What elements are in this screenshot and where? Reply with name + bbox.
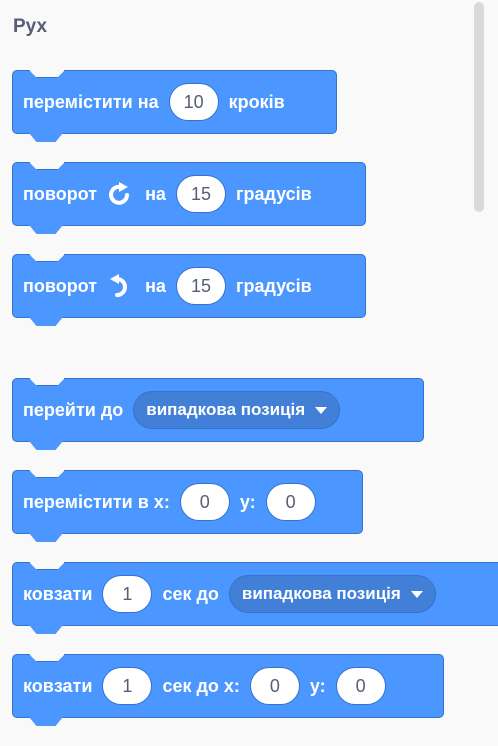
block-label: ковзати bbox=[23, 675, 93, 696]
turn-right-block[interactable]: поворот на 15 градусів bbox=[12, 162, 366, 226]
glide-to-block[interactable]: ковзати 1 сек до випадкова позиція bbox=[12, 562, 498, 626]
block-label: перемістити в х: bbox=[23, 491, 170, 512]
block-label: поворот bbox=[23, 183, 98, 204]
target-dropdown[interactable]: випадкова позиція bbox=[133, 391, 341, 429]
block-label: сек до bbox=[162, 583, 219, 604]
dropdown-value: випадкова позиція bbox=[146, 400, 306, 419]
y-input[interactable]: 0 bbox=[265, 483, 316, 521]
block-label: градусів bbox=[235, 275, 312, 296]
block-label: перейти до bbox=[23, 399, 124, 420]
x-input[interactable]: 0 bbox=[179, 483, 230, 521]
x-input[interactable]: 0 bbox=[249, 667, 300, 705]
seconds-input[interactable]: 1 bbox=[102, 575, 153, 613]
block-label: градусів bbox=[235, 183, 312, 204]
block-label: ковзати bbox=[23, 583, 93, 604]
block-label: поворот bbox=[23, 275, 98, 296]
seconds-input[interactable]: 1 bbox=[102, 667, 153, 705]
dropdown-value: випадкова позиція bbox=[241, 584, 401, 603]
steps-input[interactable]: 10 bbox=[168, 83, 219, 121]
block-label: на bbox=[145, 183, 166, 204]
caret-down-icon bbox=[410, 590, 423, 598]
y-input[interactable]: 0 bbox=[335, 667, 386, 705]
rotate-left-icon bbox=[107, 273, 135, 299]
block-label: у: bbox=[309, 675, 326, 696]
degrees-input[interactable]: 15 bbox=[175, 175, 226, 213]
category-title: Рух bbox=[13, 16, 48, 37]
goto-block[interactable]: перейти до випадкова позиція bbox=[12, 378, 424, 442]
scrollbar[interactable] bbox=[474, 2, 484, 212]
caret-down-icon bbox=[315, 406, 328, 414]
move-steps-block[interactable]: перемістити на 10 кроків bbox=[12, 70, 337, 134]
goto-xy-block[interactable]: перемістити в х: 0 у: 0 bbox=[12, 470, 363, 534]
block-label: на bbox=[145, 275, 166, 296]
block-label: у: bbox=[239, 491, 256, 512]
glide-xy-block[interactable]: ковзати 1 сек до х: 0 у: 0 bbox=[12, 654, 444, 718]
block-label: сек до х: bbox=[162, 675, 240, 696]
block-label: перемістити на bbox=[23, 91, 159, 112]
block-label: кроків bbox=[228, 91, 285, 112]
block-palette: Рух перемістити на 10 кроків поворот на … bbox=[0, 0, 498, 746]
rotate-right-icon bbox=[107, 181, 135, 207]
turn-left-block[interactable]: поворот на 15 градусів bbox=[12, 254, 366, 318]
degrees-input[interactable]: 15 bbox=[175, 267, 226, 305]
target-dropdown[interactable]: випадкова позиція bbox=[228, 575, 436, 613]
